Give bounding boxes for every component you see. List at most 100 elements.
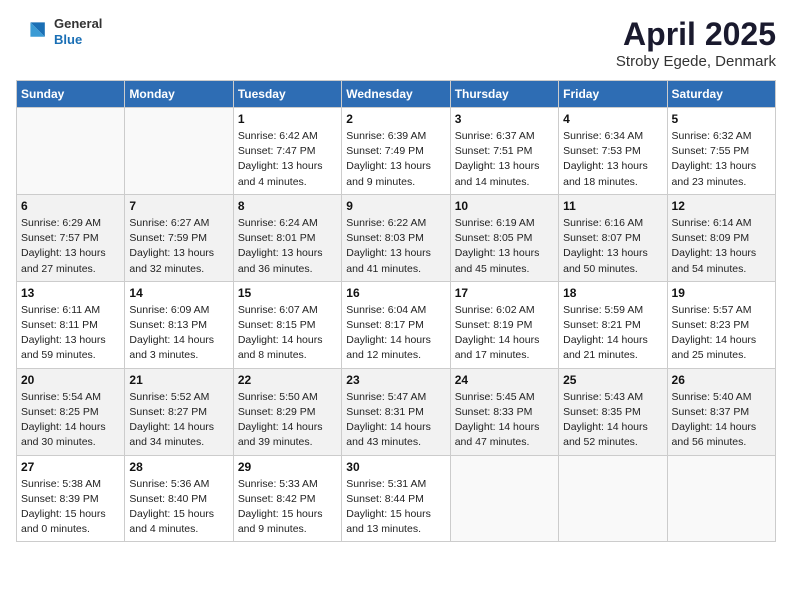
day-info: Sunrise: 6:14 AM Sunset: 8:09 PM Dayligh… bbox=[672, 216, 771, 277]
table-row bbox=[559, 455, 667, 542]
calendar-week-row: 1 Sunrise: 6:42 AM Sunset: 7:47 PM Daylig… bbox=[17, 108, 776, 195]
day-number: 10 bbox=[455, 199, 554, 213]
table-row: 18 Sunrise: 5:59 AM Sunset: 8:21 PM Dayli… bbox=[559, 281, 667, 368]
day-number: 22 bbox=[238, 373, 337, 387]
day-info: Sunrise: 6:04 AM Sunset: 8:17 PM Dayligh… bbox=[346, 303, 445, 364]
day-info: Sunrise: 6:39 AM Sunset: 7:49 PM Dayligh… bbox=[346, 129, 445, 190]
logo-icon bbox=[16, 16, 48, 48]
day-number: 4 bbox=[563, 112, 662, 126]
table-row: 11 Sunrise: 6:16 AM Sunset: 8:07 PM Dayli… bbox=[559, 194, 667, 281]
logo-text: General Blue bbox=[54, 16, 102, 47]
location-subtitle: Stroby Egede, Denmark bbox=[616, 53, 776, 70]
day-info: Sunrise: 6:19 AM Sunset: 8:05 PM Dayligh… bbox=[455, 216, 554, 277]
day-number: 8 bbox=[238, 199, 337, 213]
day-number: 15 bbox=[238, 286, 337, 300]
header-friday: Friday bbox=[559, 81, 667, 108]
day-info: Sunrise: 5:45 AM Sunset: 8:33 PM Dayligh… bbox=[455, 390, 554, 451]
table-row: 9Sunrise: 6:22 AM Sunset: 8:03 PM Daylig… bbox=[342, 194, 450, 281]
table-row: 4 Sunrise: 6:34 AM Sunset: 7:53 PM Daylig… bbox=[559, 108, 667, 195]
day-number: 14 bbox=[129, 286, 228, 300]
table-row bbox=[125, 108, 233, 195]
logo-general: General bbox=[54, 16, 102, 32]
day-info: Sunrise: 5:59 AM Sunset: 8:21 PM Dayligh… bbox=[563, 303, 662, 364]
day-number: 2 bbox=[346, 112, 445, 126]
day-number: 3 bbox=[455, 112, 554, 126]
calendar-week-row: 20Sunrise: 5:54 AM Sunset: 8:25 PM Dayli… bbox=[17, 368, 776, 455]
day-info: Sunrise: 5:33 AM Sunset: 8:42 PM Dayligh… bbox=[238, 477, 337, 538]
table-row: 12Sunrise: 6:14 AM Sunset: 8:09 PM Dayli… bbox=[667, 194, 775, 281]
header-wednesday: Wednesday bbox=[342, 81, 450, 108]
day-number: 29 bbox=[238, 460, 337, 474]
table-row: 14 Sunrise: 6:09 AM Sunset: 8:13 PM Dayli… bbox=[125, 281, 233, 368]
day-info: Sunrise: 5:31 AM Sunset: 8:44 PM Dayligh… bbox=[346, 477, 445, 538]
day-info: Sunrise: 5:38 AM Sunset: 8:39 PM Dayligh… bbox=[21, 477, 120, 538]
table-row: 19 Sunrise: 5:57 AM Sunset: 8:23 PM Dayli… bbox=[667, 281, 775, 368]
day-info: Sunrise: 5:40 AM Sunset: 8:37 PM Dayligh… bbox=[672, 390, 771, 451]
logo: General Blue bbox=[16, 16, 102, 48]
table-row: 5 Sunrise: 6:32 AM Sunset: 7:55 PM Daylig… bbox=[667, 108, 775, 195]
day-info: Sunrise: 6:37 AM Sunset: 7:51 PM Dayligh… bbox=[455, 129, 554, 190]
day-number: 25 bbox=[563, 373, 662, 387]
day-info: Sunrise: 6:34 AM Sunset: 7:53 PM Dayligh… bbox=[563, 129, 662, 190]
calendar-week-row: 6 Sunrise: 6:29 AM Sunset: 7:57 PM Daylig… bbox=[17, 194, 776, 281]
day-info: Sunrise: 6:24 AM Sunset: 8:01 PM Dayligh… bbox=[238, 216, 337, 277]
table-row: 17Sunrise: 6:02 AM Sunset: 8:19 PM Dayli… bbox=[450, 281, 558, 368]
table-row bbox=[17, 108, 125, 195]
day-number: 7 bbox=[129, 199, 228, 213]
table-row: 24Sunrise: 5:45 AM Sunset: 8:33 PM Dayli… bbox=[450, 368, 558, 455]
day-info: Sunrise: 6:29 AM Sunset: 7:57 PM Dayligh… bbox=[21, 216, 120, 277]
table-row bbox=[450, 455, 558, 542]
calendar-week-row: 13Sunrise: 6:11 AM Sunset: 8:11 PM Dayli… bbox=[17, 281, 776, 368]
day-number: 18 bbox=[563, 286, 662, 300]
day-info: Sunrise: 6:09 AM Sunset: 8:13 PM Dayligh… bbox=[129, 303, 228, 364]
day-info: Sunrise: 5:36 AM Sunset: 8:40 PM Dayligh… bbox=[129, 477, 228, 538]
header-monday: Monday bbox=[125, 81, 233, 108]
day-number: 9 bbox=[346, 199, 445, 213]
header-sunday: Sunday bbox=[17, 81, 125, 108]
table-row: 29 Sunrise: 5:33 AM Sunset: 8:42 PM Dayli… bbox=[233, 455, 341, 542]
day-info: Sunrise: 6:07 AM Sunset: 8:15 PM Dayligh… bbox=[238, 303, 337, 364]
day-info: Sunrise: 6:16 AM Sunset: 8:07 PM Dayligh… bbox=[563, 216, 662, 277]
table-row: 26 Sunrise: 5:40 AM Sunset: 8:37 PM Dayli… bbox=[667, 368, 775, 455]
calendar-week-row: 27 Sunrise: 5:38 AM Sunset: 8:39 PM Dayli… bbox=[17, 455, 776, 542]
month-title: April 2025 bbox=[616, 16, 776, 53]
day-number: 28 bbox=[129, 460, 228, 474]
day-info: Sunrise: 6:32 AM Sunset: 7:55 PM Dayligh… bbox=[672, 129, 771, 190]
table-row: 28 Sunrise: 5:36 AM Sunset: 8:40 PM Dayli… bbox=[125, 455, 233, 542]
calendar-table: Sunday Monday Tuesday Wednesday Thursday… bbox=[16, 80, 776, 542]
table-row bbox=[667, 455, 775, 542]
table-row: 3 Sunrise: 6:37 AM Sunset: 7:51 PM Daylig… bbox=[450, 108, 558, 195]
table-row: 13Sunrise: 6:11 AM Sunset: 8:11 PM Dayli… bbox=[17, 281, 125, 368]
day-info: Sunrise: 5:52 AM Sunset: 8:27 PM Dayligh… bbox=[129, 390, 228, 451]
table-row: 27 Sunrise: 5:38 AM Sunset: 8:39 PM Dayli… bbox=[17, 455, 125, 542]
day-number: 26 bbox=[672, 373, 771, 387]
header-saturday: Saturday bbox=[667, 81, 775, 108]
table-row: 8 Sunrise: 6:24 AM Sunset: 8:01 PM Daylig… bbox=[233, 194, 341, 281]
table-row: 21Sunrise: 5:52 AM Sunset: 8:27 PM Dayli… bbox=[125, 368, 233, 455]
title-section: April 2025 Stroby Egede, Denmark bbox=[616, 16, 776, 70]
day-info: Sunrise: 5:50 AM Sunset: 8:29 PM Dayligh… bbox=[238, 390, 337, 451]
day-number: 1 bbox=[238, 112, 337, 126]
day-info: Sunrise: 6:42 AM Sunset: 7:47 PM Dayligh… bbox=[238, 129, 337, 190]
table-row: 1 Sunrise: 6:42 AM Sunset: 7:47 PM Daylig… bbox=[233, 108, 341, 195]
day-info: Sunrise: 6:02 AM Sunset: 8:19 PM Dayligh… bbox=[455, 303, 554, 364]
day-number: 11 bbox=[563, 199, 662, 213]
header-thursday: Thursday bbox=[450, 81, 558, 108]
day-number: 6 bbox=[21, 199, 120, 213]
calendar-header-row: Sunday Monday Tuesday Wednesday Thursday… bbox=[17, 81, 776, 108]
table-row: 23 Sunrise: 5:47 AM Sunset: 8:31 PM Dayli… bbox=[342, 368, 450, 455]
day-number: 27 bbox=[21, 460, 120, 474]
day-info: Sunrise: 5:57 AM Sunset: 8:23 PM Dayligh… bbox=[672, 303, 771, 364]
day-info: Sunrise: 6:11 AM Sunset: 8:11 PM Dayligh… bbox=[21, 303, 120, 364]
logo-blue: Blue bbox=[54, 32, 102, 48]
table-row: 25Sunrise: 5:43 AM Sunset: 8:35 PM Dayli… bbox=[559, 368, 667, 455]
day-number: 23 bbox=[346, 373, 445, 387]
table-row: 2 Sunrise: 6:39 AM Sunset: 7:49 PM Daylig… bbox=[342, 108, 450, 195]
day-number: 5 bbox=[672, 112, 771, 126]
day-info: Sunrise: 5:47 AM Sunset: 8:31 PM Dayligh… bbox=[346, 390, 445, 451]
day-number: 19 bbox=[672, 286, 771, 300]
table-row: 7Sunrise: 6:27 AM Sunset: 7:59 PM Daylig… bbox=[125, 194, 233, 281]
table-row: 15 Sunrise: 6:07 AM Sunset: 8:15 PM Dayli… bbox=[233, 281, 341, 368]
table-row: 20Sunrise: 5:54 AM Sunset: 8:25 PM Dayli… bbox=[17, 368, 125, 455]
table-row: 6 Sunrise: 6:29 AM Sunset: 7:57 PM Daylig… bbox=[17, 194, 125, 281]
